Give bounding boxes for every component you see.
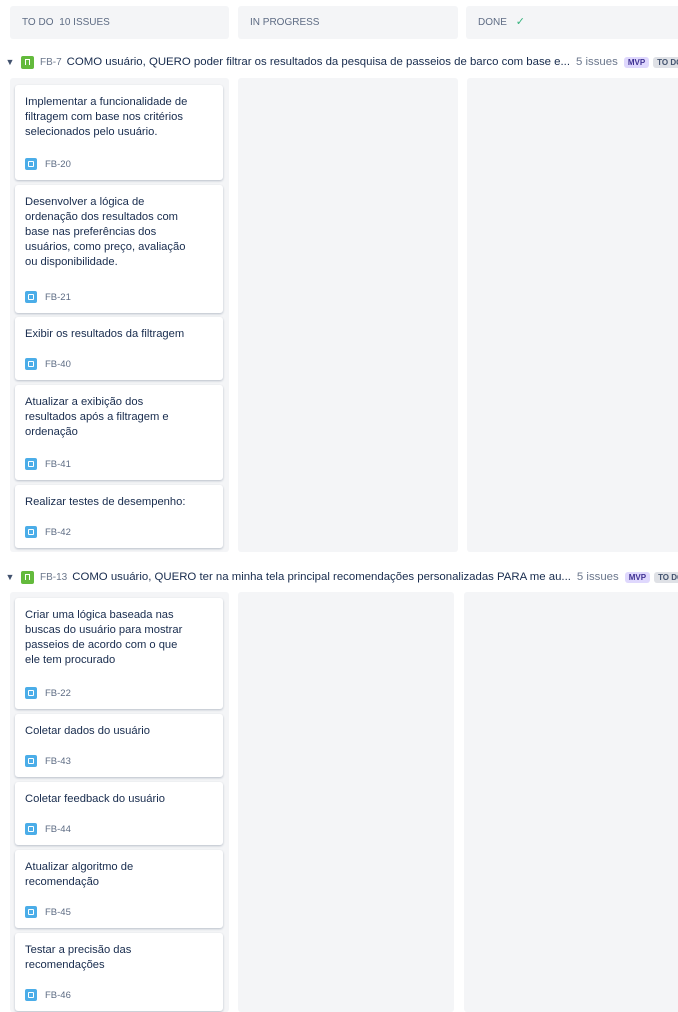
column-done-lane-2 (464, 592, 678, 1012)
task-icon (25, 158, 37, 170)
task-icon (25, 358, 37, 370)
issue-card[interactable]: Atualizar algoritmo de recomendação FB-4… (15, 850, 223, 928)
issue-key[interactable]: FB-21 (45, 292, 71, 303)
issue-count: 5 issues (576, 571, 619, 583)
issue-key[interactable]: FB-43 (45, 756, 71, 767)
swimlane-header[interactable]: ▼ FB-7 COMO usuário, QUERO poder filtrar… (0, 53, 678, 71)
issue-key[interactable]: FB-41 (45, 459, 71, 470)
column-title: IN PROGRESS (250, 17, 320, 28)
check-icon: ✓ (515, 16, 525, 28)
issue-card[interactable]: Atualizar a exibição dos resultados após… (15, 385, 223, 480)
card-title: Coletar feedback do usuário (25, 793, 165, 805)
task-icon (25, 823, 37, 835)
column-header-todo[interactable]: TO DO 10 ISSUES (10, 6, 229, 39)
card-title: Implementar a funcionalidade de filtrage… (25, 96, 188, 138)
task-icon (25, 755, 37, 767)
issue-card[interactable]: Coletar feedback do usuário FB-44 (15, 782, 223, 845)
column-in-progress-lane-1 (238, 78, 458, 552)
card-title: Coletar dados do usuário (25, 725, 151, 737)
issue-key[interactable]: FB-22 (45, 688, 71, 699)
status-badge: TO DO (653, 56, 678, 68)
issue-card[interactable]: Implementar a funcionalidade de filtrage… (15, 85, 223, 180)
issue-key[interactable]: FB-20 (45, 159, 71, 170)
task-icon (25, 526, 37, 538)
card-title: Criar uma lógica baseada nas buscas do u… (25, 609, 183, 666)
issue-key[interactable]: FB-42 (45, 527, 71, 538)
task-icon (25, 687, 37, 699)
task-icon (25, 906, 37, 918)
status-badge: TO DO (654, 571, 678, 583)
chevron-down-icon[interactable]: ▼ (3, 572, 17, 582)
story-icon (21, 570, 34, 584)
card-title: Exibir os resultados da filtragem (25, 328, 185, 340)
issue-key[interactable]: FB-46 (45, 990, 71, 1001)
issue-card[interactable]: Desenvolver a lógica de ordenação dos re… (15, 185, 223, 313)
column-headers: TO DO 10 ISSUES IN PROGRESS DONE ✓ (10, 6, 678, 39)
issue-card[interactable]: Testar a precisão das recomendações FB-4… (15, 933, 223, 1011)
card-title: Desenvolver a lógica de ordenação dos re… (25, 196, 186, 268)
column-header-in-progress[interactable]: IN PROGRESS (238, 6, 458, 39)
card-title: Testar a precisão das recomendações (25, 944, 132, 971)
swimlane-summary: COMO usuário, QUERO poder filtrar os res… (66, 56, 571, 68)
issue-count: 10 ISSUES (59, 17, 110, 28)
column-title: TO DO (22, 17, 54, 28)
issue-key[interactable]: FB-45 (45, 907, 71, 918)
column-done-lane-1 (467, 78, 678, 552)
issue-card[interactable]: Realizar testes de desempenho: FB-42 (15, 485, 223, 548)
issue-key[interactable]: FB-7 (40, 57, 62, 68)
task-icon (25, 458, 37, 470)
issue-count: 5 issues (576, 56, 618, 68)
issue-key[interactable]: FB-13 (40, 572, 67, 583)
label-badge: MVP (623, 56, 650, 68)
task-icon (25, 989, 37, 1001)
column-header-done[interactable]: DONE ✓ (466, 6, 678, 39)
card-title: Atualizar a exibição dos resultados após… (25, 396, 169, 438)
story-icon (21, 55, 34, 69)
issue-card[interactable]: Coletar dados do usuário FB-43 (15, 714, 223, 777)
card-title: Atualizar algoritmo de recomendação (25, 861, 134, 888)
card-title: Realizar testes de desempenho: (25, 496, 186, 508)
label-badge: MVP (624, 571, 651, 583)
task-icon (25, 291, 37, 303)
column-in-progress-lane-2 (238, 592, 454, 1012)
issue-key[interactable]: FB-44 (45, 824, 71, 835)
swimlane-header[interactable]: ▼ FB-13 COMO usuário, QUERO ter na minha… (0, 568, 678, 586)
issue-key[interactable]: FB-40 (45, 359, 71, 370)
column-title: DONE (478, 17, 507, 28)
chevron-down-icon[interactable]: ▼ (3, 57, 17, 67)
issue-card[interactable]: Exibir os resultados da filtragem FB-40 (15, 317, 223, 380)
swimlane-summary: COMO usuário, QUERO ter na minha tela pr… (72, 571, 571, 583)
issue-card[interactable]: Criar uma lógica baseada nas buscas do u… (15, 598, 223, 709)
